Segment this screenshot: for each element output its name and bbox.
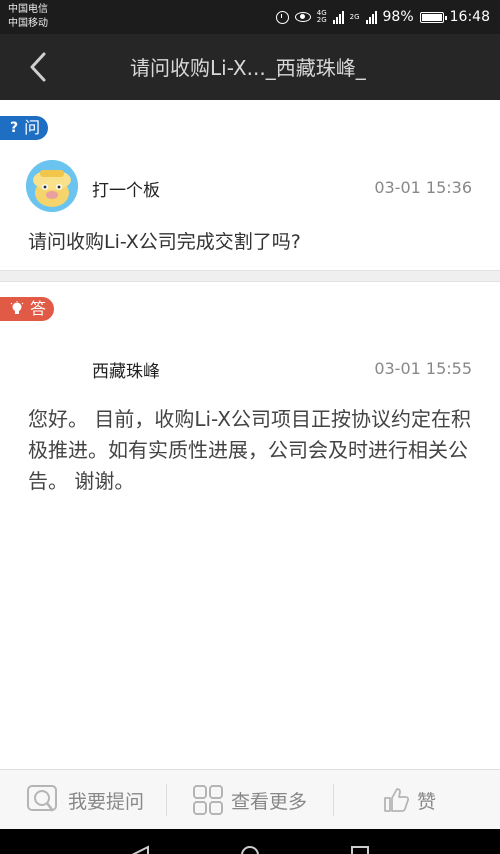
carrier-2: 中国移动 [8,18,48,29]
question-text: 请问收购Li-X公司完成交割了吗? [28,231,301,253]
question-author[interactable]: 打一个板 [92,176,160,201]
question-badge-label: 问 [24,118,41,137]
answer-timestamp: 03-01 15:55 [374,359,472,378]
system-home-icon[interactable] [241,846,259,854]
answer-author[interactable]: 西藏珠峰 [92,357,160,382]
top-nav-bar: 请问收购Li-X..._西藏珠峰_ [0,34,500,100]
ask-question-button[interactable]: 我要提问 [26,770,144,830]
carrier-1: 中国电信 [8,4,48,15]
thumbs-up-icon [384,788,409,812]
question-badge: ? 问 [0,116,49,140]
question-mark-icon: ? [10,120,19,136]
status-time: 16:48 [449,9,490,25]
lightbulb-icon [10,301,24,314]
status-indicators: 4G 2G 2G 98% 16:48 [275,0,490,34]
avatar[interactable] [26,160,78,212]
grid-icon [193,785,223,815]
answer-text: 您好。 目前，收购Li-X公司项目正按协议约定在积极推进。如有实质性进展，公司会… [28,407,471,493]
cartoon-avatar-icon [26,160,78,212]
page-title: 请问收购Li-X..._西藏珠峰_ [130,56,366,80]
network-type-1: 4G 2G [317,10,327,24]
battery-icon [419,11,447,23]
signal-2-icon [365,10,377,24]
battery-percent: 98% [382,9,414,25]
network-type-2: 2G [349,12,360,21]
view-more-label: 查看更多 [231,790,308,813]
status-bar: 中国电信 中国移动 4G 2G 2G 98% 16:48 [0,0,500,34]
section-divider [0,270,500,282]
chevron-left-icon [30,52,46,82]
answer-badge: 答 [0,297,55,321]
question-timestamp: 03-01 15:36 [374,178,472,197]
toolbar-divider [333,784,334,816]
battery-fill [421,13,442,21]
view-more-button[interactable]: 查看更多 [193,770,307,830]
system-nav-bar [0,829,500,854]
ask-question-label: 我要提问 [68,790,145,813]
like-button[interactable]: 赞 [383,770,436,830]
system-nav-icons [131,845,369,854]
network-type-1-bottom: 2G [316,16,327,24]
carrier-labels: 中国电信 中国移动 [8,3,48,31]
network-type-2-top: 2G [349,12,360,21]
answer-badge-label: 答 [30,299,47,318]
toolbar-divider [166,784,167,816]
like-label: 赞 [417,790,437,813]
bottom-toolbar: 我要提问 查看更多 赞 [0,769,500,829]
alarm-icon [275,10,289,24]
system-back-icon[interactable] [131,845,149,854]
signal-1-icon [332,10,344,24]
eye-icon [294,12,311,22]
system-recents-icon[interactable] [351,846,369,854]
back-button[interactable] [22,48,62,86]
ask-question-icon [27,785,57,812]
